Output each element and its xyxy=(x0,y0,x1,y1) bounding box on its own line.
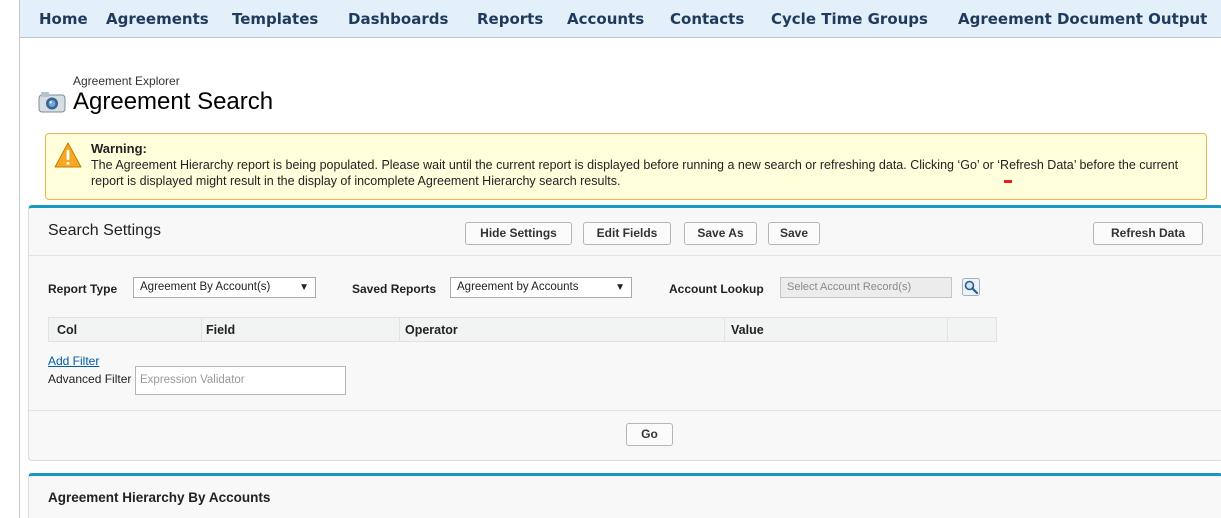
search-settings-title: Search Settings xyxy=(48,222,161,239)
tab-cycle-time-groups[interactable]: Cycle Time Groups xyxy=(771,10,928,28)
add-filter-link[interactable]: Add Filter xyxy=(48,354,99,368)
dropdown-arrow-icon: ▼ xyxy=(615,282,625,293)
save-button[interactable]: Save xyxy=(768,222,820,245)
warning-message: Warning: The Agreement Hierarchy report … xyxy=(45,133,1207,200)
column-divider xyxy=(201,318,202,341)
tab-templates[interactable]: Templates xyxy=(232,10,318,28)
dropdown-arrow-icon: ▼ xyxy=(299,282,309,293)
saved-reports-select[interactable]: Agreement by Accounts ▼ xyxy=(450,277,632,298)
red-cursor-mark xyxy=(1004,180,1012,183)
go-button[interactable]: Go xyxy=(626,423,673,446)
account-lookup-input[interactable]: Select Account Record(s) xyxy=(780,277,952,298)
tab-accounts[interactable]: Accounts xyxy=(567,10,644,28)
column-header-col: Col xyxy=(57,323,78,337)
column-header-value: Value xyxy=(731,323,764,337)
saved-reports-value: Agreement by Accounts xyxy=(457,281,579,293)
report-type-value: Agreement By Account(s) xyxy=(140,281,271,293)
lookup-magnifier-icon[interactable] xyxy=(962,278,980,296)
warning-icon xyxy=(54,142,82,168)
app-frame: Home Agreements Templates Dashboards Rep… xyxy=(19,0,1221,518)
tab-dashboards[interactable]: Dashboards xyxy=(348,10,448,28)
refresh-data-button[interactable]: Refresh Data xyxy=(1093,222,1203,245)
saved-reports-label: Saved Reports xyxy=(352,282,437,296)
tab-agreement-document-output[interactable]: Agreement Document Output xyxy=(958,10,1207,28)
tab-agreements[interactable]: Agreements xyxy=(106,10,209,28)
tab-reports[interactable]: Reports xyxy=(477,10,543,28)
save-as-button[interactable]: Save As xyxy=(684,222,757,245)
breadcrumb: Agreement Explorer xyxy=(73,74,180,88)
warning-title: Warning: xyxy=(91,141,147,156)
top-nav: Home Agreements Templates Dashboards Rep… xyxy=(20,0,1221,38)
results-panel: Agreement Hierarchy By Accounts xyxy=(28,473,1221,518)
report-type-label: Report Type xyxy=(48,282,118,296)
search-settings-panel: Search Settings Hide Settings Edit Field… xyxy=(28,205,1221,461)
tab-home[interactable]: Home xyxy=(39,10,88,28)
edit-fields-button[interactable]: Edit Fields xyxy=(583,222,671,245)
column-divider xyxy=(399,318,400,341)
page-title: Agreement Search xyxy=(73,88,274,115)
filter-table-header: Col Field Operator Value xyxy=(48,317,997,342)
warning-text: The Agreement Hierarchy report is being … xyxy=(91,158,1179,188)
column-header-field: Field xyxy=(206,323,236,337)
results-title: Agreement Hierarchy By Accounts xyxy=(48,490,271,505)
tab-contacts[interactable]: Contacts xyxy=(670,10,744,28)
column-divider xyxy=(724,318,725,341)
divider xyxy=(29,255,1221,256)
column-header-operator: Operator xyxy=(405,323,458,337)
account-lookup-label: Account Lookup xyxy=(669,282,764,296)
agreement-explorer-icon xyxy=(38,92,66,113)
advanced-filter-input[interactable]: Expression Validator xyxy=(135,366,346,395)
column-divider xyxy=(947,318,948,341)
report-type-select[interactable]: Agreement By Account(s) ▼ xyxy=(133,277,316,298)
divider xyxy=(29,410,1221,411)
hide-settings-button[interactable]: Hide Settings xyxy=(465,222,572,245)
advanced-filter-label: Advanced Filter xyxy=(48,372,132,386)
